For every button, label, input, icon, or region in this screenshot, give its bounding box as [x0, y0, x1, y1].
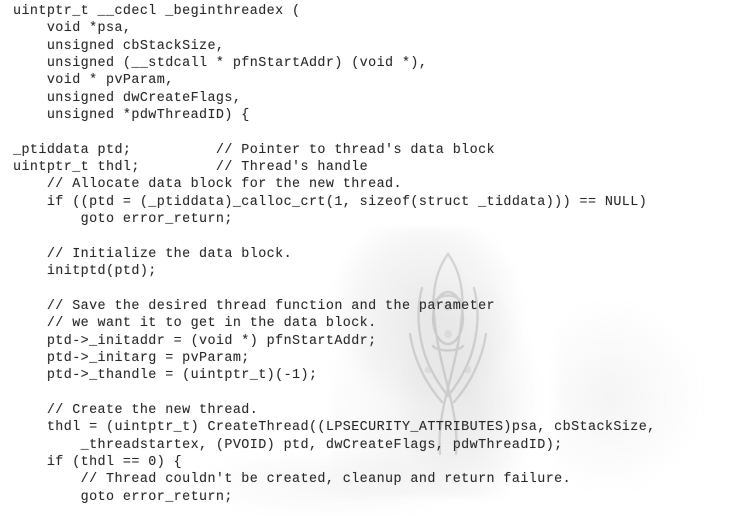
scanned-page: uintptr_t __cdecl _beginthreadex ( void … — [0, 0, 739, 516]
code-line: // Thread couldn't be created, cleanup a… — [13, 472, 572, 488]
code-line: _threadstartex, (PVOID) ptd, dwCreateFla… — [13, 437, 563, 453]
code-line: unsigned cbStackSize, — [13, 38, 225, 54]
code-line: // Initialize the data block. — [13, 246, 293, 262]
code-line: uintptr_t thdl; // Thread's handle — [13, 160, 369, 176]
code-line: unsigned *pdwThreadID) { — [13, 108, 250, 124]
code-line: if (thdl == 0) { — [13, 454, 183, 470]
code-line: // Allocate data block for the new threa… — [13, 177, 402, 193]
code-listing: uintptr_t __cdecl _beginthreadex ( void … — [13, 3, 656, 506]
code-line: uintptr_t __cdecl _beginthreadex ( — [13, 4, 301, 19]
code-line: unsigned (__stdcall * pfnStartAddr) (voi… — [13, 56, 428, 72]
code-line: ptd->_thandle = (uintptr_t)(-1); — [13, 368, 318, 384]
code-line: // Save the desired thread function and … — [13, 298, 495, 314]
code-line: goto error_return; — [13, 212, 233, 228]
code-line: // Create the new thread. — [13, 402, 259, 418]
code-line: // we want it to get in the data block. — [13, 316, 377, 332]
code-line: void * pvParam, — [13, 73, 174, 89]
code-line: ptd->_initaddr = (void *) pfnStartAddr; — [13, 333, 377, 349]
code-line: initptd(ptd); — [13, 264, 157, 280]
code-line: ptd->_initarg = pvParam; — [13, 350, 250, 366]
code-line: if ((ptd = (_ptiddata)_calloc_crt(1, siz… — [13, 194, 648, 210]
code-line: void *psa, — [13, 21, 132, 37]
code-line: thdl = (uintptr_t) CreateThread((LPSECUR… — [13, 420, 656, 436]
code-line: unsigned dwCreateFlags, — [13, 90, 242, 106]
code-line: _ptiddata ptd; // Pointer to thread's da… — [13, 142, 495, 158]
code-line: goto error_return; — [13, 489, 233, 505]
